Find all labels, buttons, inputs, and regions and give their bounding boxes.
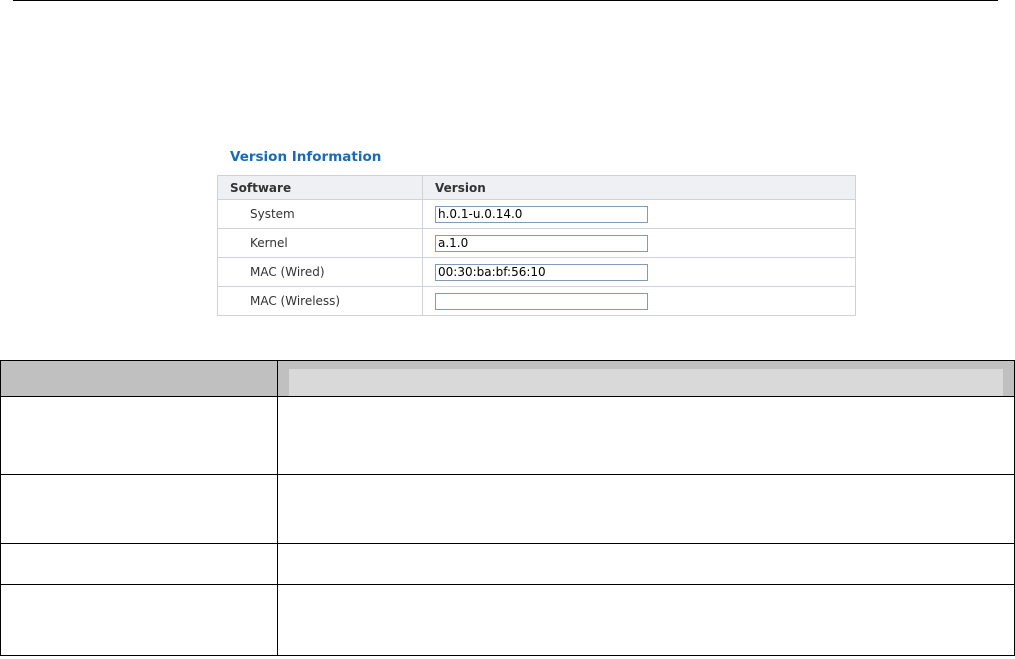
- kernel-version-field[interactable]: [435, 234, 648, 252]
- version-information-panel: Version Information Software Version Sys…: [217, 145, 856, 316]
- description-field-cell: [0, 543, 278, 585]
- version-table-header-row: Software Version: [217, 175, 856, 200]
- mac-wireless-field[interactable]: [435, 292, 648, 310]
- version-cell-mac-wired: [422, 257, 856, 287]
- system-version-field[interactable]: [435, 205, 648, 223]
- software-name-kernel: Kernel: [217, 228, 423, 258]
- table-row-mac-wireless: MAC (Wireless): [217, 286, 856, 316]
- description-table: [0, 360, 1015, 656]
- table-row: [0, 396, 1015, 475]
- version-cell-kernel: [422, 228, 856, 258]
- software-name-mac-wireless: MAC (Wireless): [217, 286, 423, 316]
- software-name-mac-wired: MAC (Wired): [217, 257, 423, 287]
- version-column-header: Version: [422, 175, 856, 200]
- software-column-header: Software: [217, 175, 423, 200]
- table-row-system: System: [217, 199, 856, 229]
- description-header-cell-field: [0, 360, 278, 397]
- mac-wired-field[interactable]: [435, 263, 648, 281]
- version-cell-system: [422, 199, 856, 229]
- description-text-cell: [277, 584, 1015, 656]
- description-table-header-row: [0, 360, 1015, 397]
- table-row-kernel: Kernel: [217, 228, 856, 258]
- description-field-cell: [0, 474, 278, 544]
- description-field-cell: [0, 396, 278, 475]
- version-table: Software Version System Kernel MAC (Wire…: [217, 175, 856, 316]
- table-row: [0, 543, 1015, 585]
- page-top-rule: [13, 0, 998, 1]
- table-row-mac-wired: MAC (Wired): [217, 257, 856, 287]
- version-cell-mac-wireless: [422, 286, 856, 316]
- description-text-cell: [277, 396, 1015, 475]
- software-name-system: System: [217, 199, 423, 229]
- description-header-cell-description: [277, 360, 1015, 397]
- description-text-cell: [277, 543, 1015, 585]
- table-row: [0, 474, 1015, 544]
- panel-title: Version Information: [230, 149, 382, 165]
- description-field-cell: [0, 584, 278, 656]
- table-row: [0, 584, 1015, 656]
- description-text-cell: [277, 474, 1015, 544]
